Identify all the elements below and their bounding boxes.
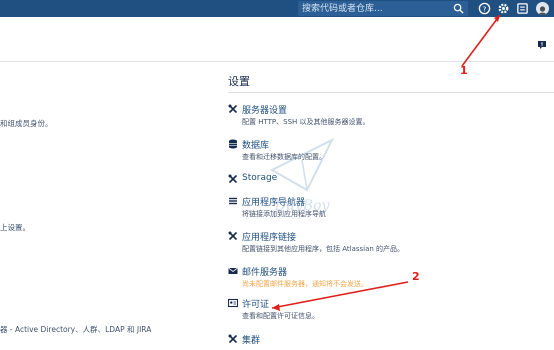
- watermark-text: DuyBoy: [274, 198, 331, 214]
- mail-server-warning: 尚未配置邮件服务器，通知将不会发送。: [242, 280, 368, 288]
- tools-icon: [228, 104, 238, 114]
- gear-icon[interactable]: [497, 2, 510, 15]
- search-input[interactable]: [302, 1, 452, 16]
- left-column-text: 和组成员身份。: [0, 119, 53, 128]
- menu-icon: [229, 197, 237, 205]
- license-link[interactable]: 许可证: [242, 297, 269, 310]
- item-description: 配置 HTTP、SSH 以及其他服务器设置。: [242, 118, 370, 126]
- settings-item-cluster: 集群: [228, 333, 554, 350]
- settings-item-server-settings: 服务器设置 配置 HTTP、SSH 以及其他服务器设置。: [228, 103, 554, 133]
- svg-text:?: ?: [483, 4, 487, 13]
- avatar[interactable]: [536, 2, 549, 15]
- tools-icon: [228, 334, 238, 344]
- settings-item-mail-server: 邮件服务器 尚未配置邮件服务器，通知将不会发送。: [228, 265, 554, 295]
- notes-icon[interactable]: [516, 2, 529, 15]
- annotation-label-2: 2: [412, 270, 420, 283]
- watermark-logo: DuyBoy: [269, 137, 335, 214]
- license-icon: [228, 298, 238, 308]
- settings-item-license: 许可证 查看和配置许可证信息。: [228, 297, 554, 327]
- divider: [228, 92, 554, 93]
- item-description: 配置链接到其他应用程序，包括 Atlassian 的产品。: [242, 245, 405, 253]
- left-column-text: 上设置。: [0, 223, 30, 232]
- app-links-link[interactable]: 应用程序链接: [242, 230, 296, 243]
- item-description: 查看和配置许可证信息。: [242, 312, 319, 320]
- search-icon[interactable]: [453, 3, 464, 14]
- search-box[interactable]: [298, 1, 468, 16]
- page-header: [0, 17, 554, 62]
- settings-section-title: 设置: [228, 75, 250, 88]
- settings-item-app-links: 应用程序链接 配置链接到其他应用程序，包括 Atlassian 的产品。: [228, 230, 554, 260]
- feedback-icon[interactable]: [537, 40, 547, 50]
- database-icon: [229, 139, 237, 149]
- tools-icon: [228, 231, 238, 241]
- tools-icon: [228, 174, 238, 184]
- top-navigation-bar: ?: [0, 0, 554, 17]
- cluster-link[interactable]: 集群: [242, 333, 260, 346]
- user-avatar-icon: [537, 6, 548, 15]
- annotation-label-1: 1: [460, 64, 468, 77]
- left-column-text: 器 - Active Directory、人群、LDAP 和 JIRA: [0, 325, 152, 334]
- mail-icon: [228, 267, 238, 274]
- help-icon[interactable]: ?: [478, 2, 491, 15]
- mail-server-link[interactable]: 邮件服务器: [242, 265, 287, 278]
- server-settings-link[interactable]: 服务器设置: [242, 103, 287, 116]
